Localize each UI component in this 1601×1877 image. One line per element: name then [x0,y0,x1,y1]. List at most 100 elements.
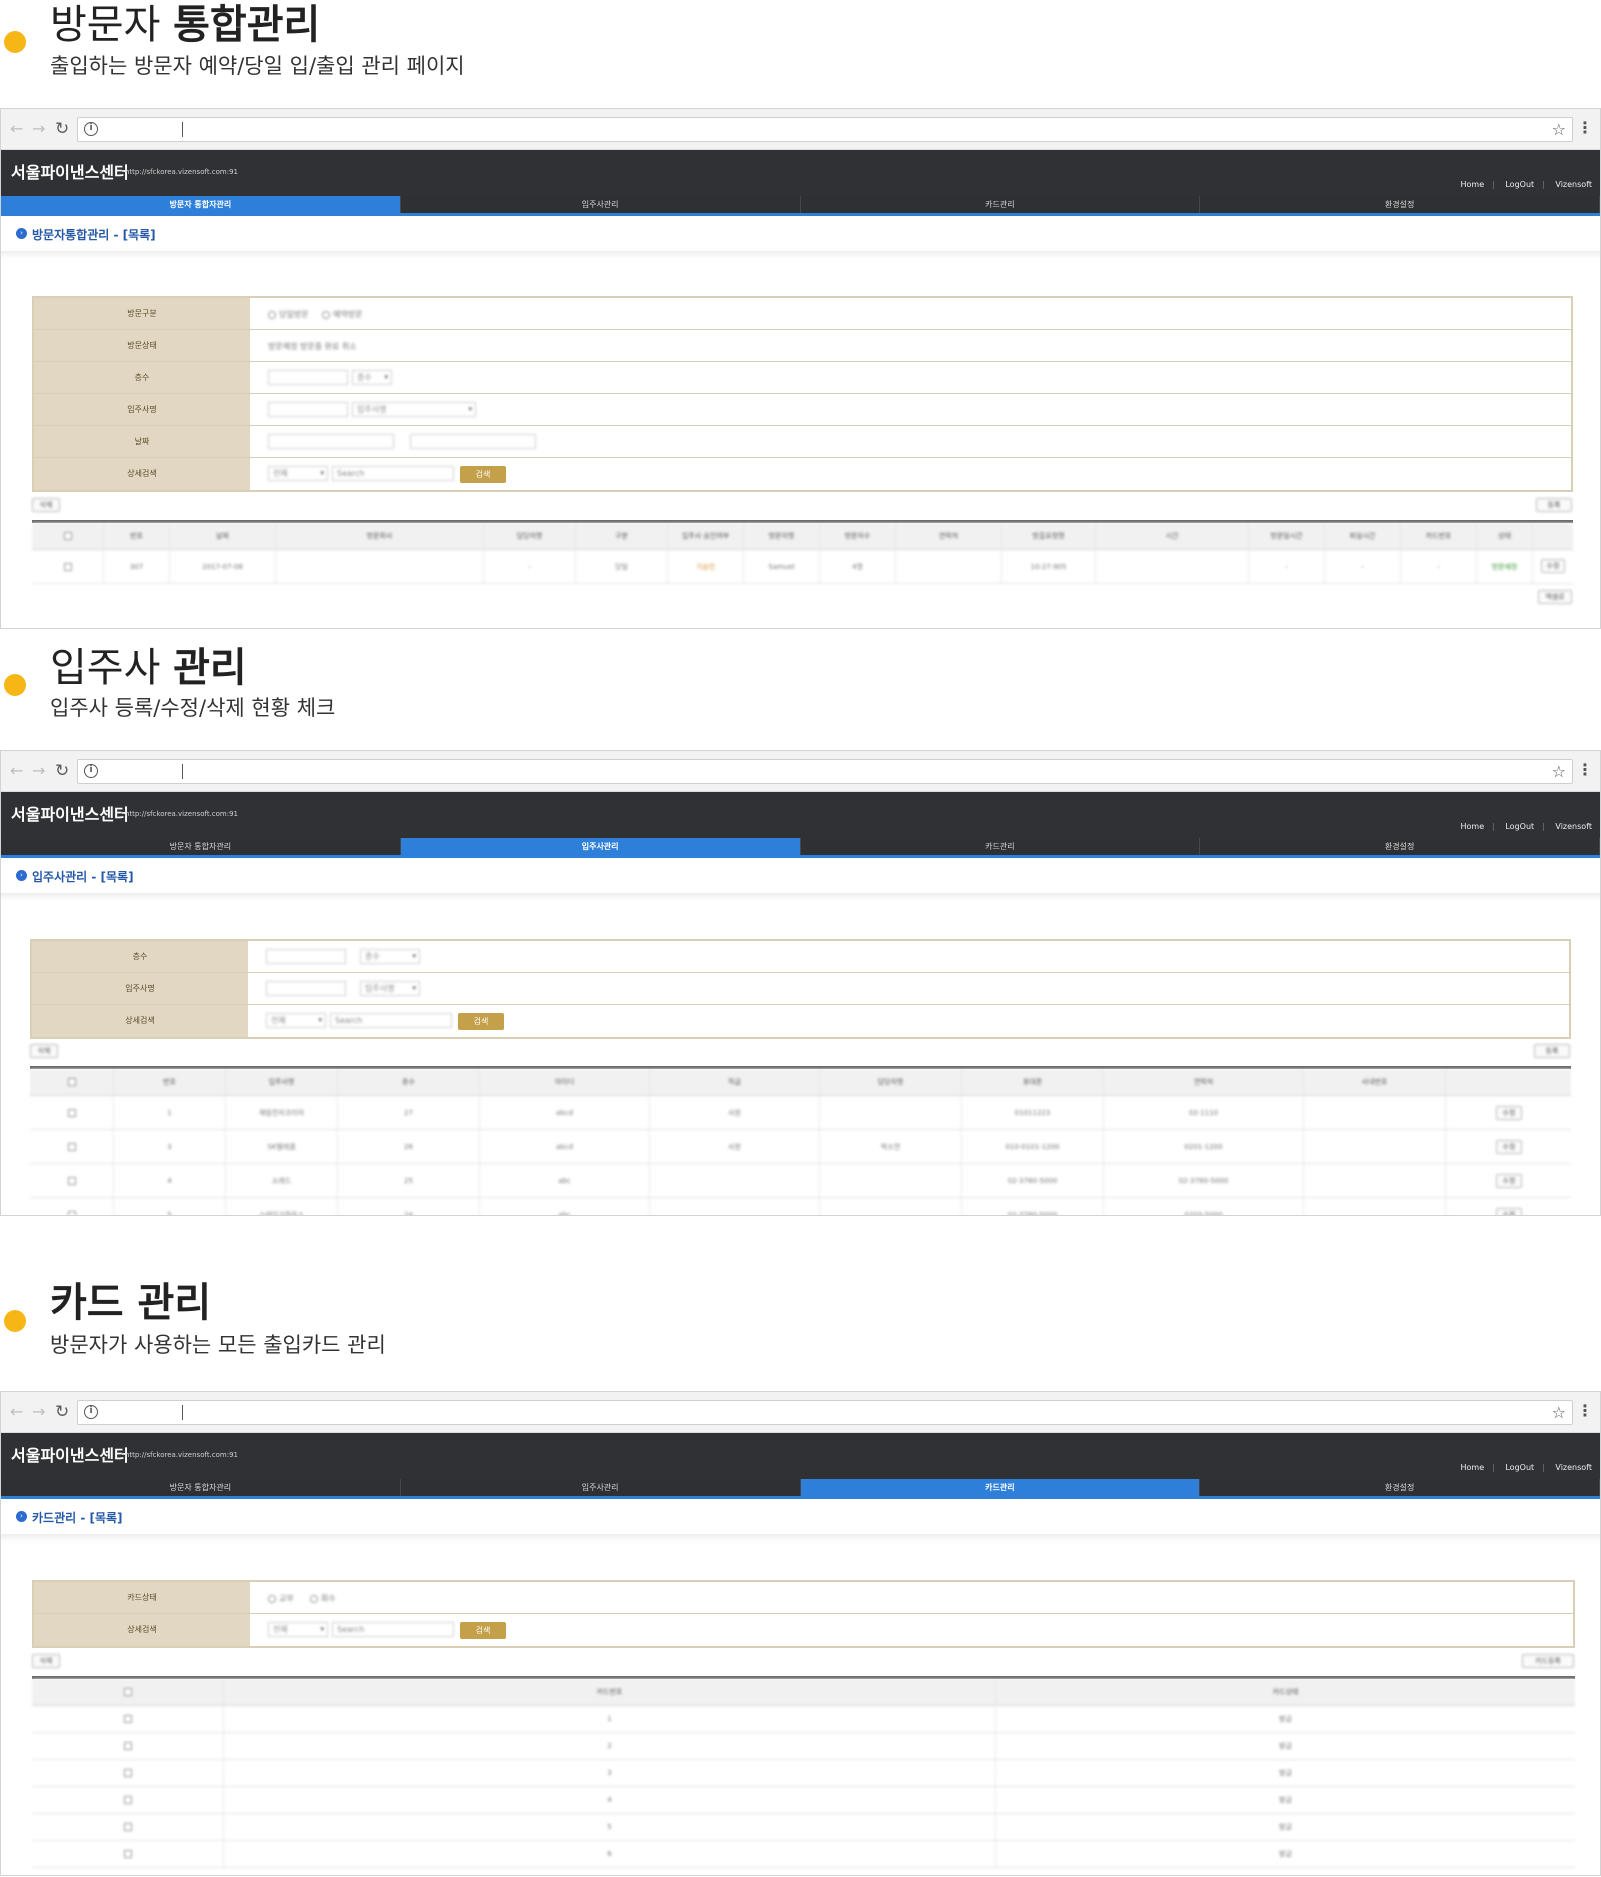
home-link[interactable]: Home [1460,822,1484,831]
edit-button[interactable]: 수정 [1496,1208,1522,1215]
brand-title[interactable]: 서울파이낸스센터 [11,159,129,183]
company-select[interactable]: 입주사명 [360,981,420,996]
logout-link[interactable]: LogOut [1505,1463,1534,1472]
search-button[interactable]: 검색 [458,1013,504,1030]
table-row[interactable]: 4 발급 [32,1787,1575,1814]
row-checkbox[interactable] [123,1823,132,1831]
logout-link[interactable]: LogOut [1505,822,1534,831]
bookmark-star-icon[interactable]: ☆ [1552,120,1566,139]
floor-input[interactable] [268,370,348,385]
back-arrow-icon[interactable]: ← [10,762,23,780]
radio-issued[interactable]: 교부 [268,1594,294,1604]
edit-button[interactable]: 수정 [1496,1174,1522,1188]
search-type-select[interactable]: 전체 [266,1013,326,1028]
vizensoft-link[interactable]: Vizensoft [1555,180,1592,189]
register-button[interactable]: 등록 [1534,1044,1570,1058]
company-select[interactable]: 입주사명 [352,402,476,417]
row-checkbox[interactable] [67,1143,76,1151]
edit-button[interactable]: 수정 [1496,1106,1522,1120]
delete-button[interactable]: 삭제 [30,1044,58,1058]
register-button[interactable]: 등록 [1536,498,1572,512]
floor-input[interactable] [266,949,346,964]
forward-arrow-icon[interactable]: → [32,1403,45,1421]
tab-tenant[interactable]: 입주사관리 [401,196,801,213]
tab-card[interactable]: 카드관리 [801,838,1201,855]
delete-button[interactable]: 삭제 [32,1654,60,1668]
tab-tenant[interactable]: 입주사관리 [400,838,801,855]
floor-select[interactable]: 층수 [352,370,392,385]
table-row[interactable]: 6 발급 [32,1841,1575,1868]
table-row[interactable]: 3 SK텔레콤 26 abcd 사원 박소연 010-0101-1200 020… [30,1130,1571,1164]
select-all-checkbox[interactable] [63,532,72,540]
reload-icon[interactable]: ↻ [55,120,69,138]
forward-arrow-icon[interactable]: → [32,120,45,138]
date-from-input[interactable] [268,434,394,449]
browser-menu-icon[interactable]: ⋮ [1577,1401,1593,1420]
back-arrow-icon[interactable]: ← [10,120,23,138]
brand-title[interactable]: 서울파이낸스센터 [11,1442,129,1466]
table-row[interactable]: 1 재일전자코리아 27 abcd 사원 01011223 02-1110 수정 [30,1096,1571,1130]
bookmark-star-icon[interactable]: ☆ [1552,1403,1566,1422]
date-to-input[interactable] [410,434,536,449]
browser-menu-icon[interactable]: ⋮ [1577,118,1593,137]
edit-button[interactable]: 수정 [1496,1140,1522,1154]
row-checkbox[interactable] [67,1211,76,1215]
tab-visitor[interactable]: 방문자 통합자관리 [1,838,401,855]
search-type-select[interactable]: 전체 [268,466,328,481]
home-link[interactable]: Home [1460,1463,1484,1472]
tab-visitor[interactable]: 방문자 통합자관리 [1,196,401,213]
tab-settings[interactable]: 환경설정 [1200,1479,1600,1496]
table-row[interactable]: 5 발급 [32,1814,1575,1841]
status-checkboxes[interactable]: 방문예정 방문중 완료 취소 [268,342,357,352]
row-checkbox[interactable] [63,563,72,571]
back-arrow-icon[interactable]: ← [10,1403,23,1421]
reload-icon[interactable]: ↻ [55,762,69,780]
table-row[interactable]: 307 2017-07-08 - 당일 기승인 Samuel 4명 10:27:… [32,550,1573,584]
company-input[interactable] [266,981,346,996]
row-checkbox[interactable] [123,1715,132,1723]
row-checkbox[interactable] [123,1769,132,1777]
card-register-button[interactable]: 카드등록 [1522,1654,1574,1668]
tab-card[interactable]: 카드관리 [800,1479,1201,1496]
search-input[interactable]: Search [330,1013,452,1028]
address-bar[interactable]: i ☆ [77,1400,1573,1425]
tab-settings[interactable]: 환경설정 [1200,838,1600,855]
search-button[interactable]: 검색 [460,1622,506,1639]
select-all-checkbox[interactable] [67,1078,76,1086]
tab-settings[interactable]: 환경설정 [1200,196,1600,213]
delete-button[interactable]: 삭제 [32,498,60,512]
row-checkbox[interactable] [67,1109,76,1117]
row-checkbox[interactable] [123,1796,132,1804]
bookmark-star-icon[interactable]: ☆ [1552,762,1566,781]
address-bar[interactable]: i ☆ [77,759,1573,784]
brand-title[interactable]: 서울파이낸스센터 [11,801,129,825]
excel-button[interactable]: 엑셀로 [1538,590,1572,604]
radio-reserved[interactable]: 예약방문 [322,310,362,320]
select-all-checkbox[interactable] [123,1688,132,1696]
logout-link[interactable]: LogOut [1505,180,1534,189]
tab-card[interactable]: 카드관리 [801,196,1201,213]
row-checkbox[interactable] [123,1742,132,1750]
radio-returned[interactable]: 회수 [310,1594,336,1604]
search-button[interactable]: 검색 [460,466,506,483]
edit-button[interactable]: 수정 [1541,559,1565,573]
table-row[interactable]: 1 발급 [32,1706,1575,1733]
forward-arrow-icon[interactable]: → [32,762,45,780]
table-row[interactable]: 3 발급 [32,1760,1575,1787]
row-checkbox[interactable] [123,1850,132,1858]
table-row[interactable]: 2 발급 [32,1733,1575,1760]
tab-tenant[interactable]: 입주사관리 [401,1479,801,1496]
reload-icon[interactable]: ↻ [55,1403,69,1421]
table-row[interactable]: 5 스테이크하우스 24 abc 02-3780-5000 0203-5000 … [30,1198,1571,1215]
table-row[interactable]: 4 소레드 25 abc 02-3780-5000 02-3780-5000 수… [30,1164,1571,1198]
vizensoft-link[interactable]: Vizensoft [1555,822,1592,831]
home-link[interactable]: Home [1460,180,1484,189]
vizensoft-link[interactable]: Vizensoft [1555,1463,1592,1472]
floor-select[interactable]: 층수 [360,949,420,964]
search-input[interactable]: Search [332,1622,454,1637]
address-bar[interactable]: i ☆ [77,117,1573,142]
search-type-select[interactable]: 전체 [268,1622,328,1637]
radio-same-day[interactable]: 당일방문 [268,310,308,320]
browser-menu-icon[interactable]: ⋮ [1577,760,1593,779]
tab-visitor[interactable]: 방문자 통합자관리 [1,1479,401,1496]
